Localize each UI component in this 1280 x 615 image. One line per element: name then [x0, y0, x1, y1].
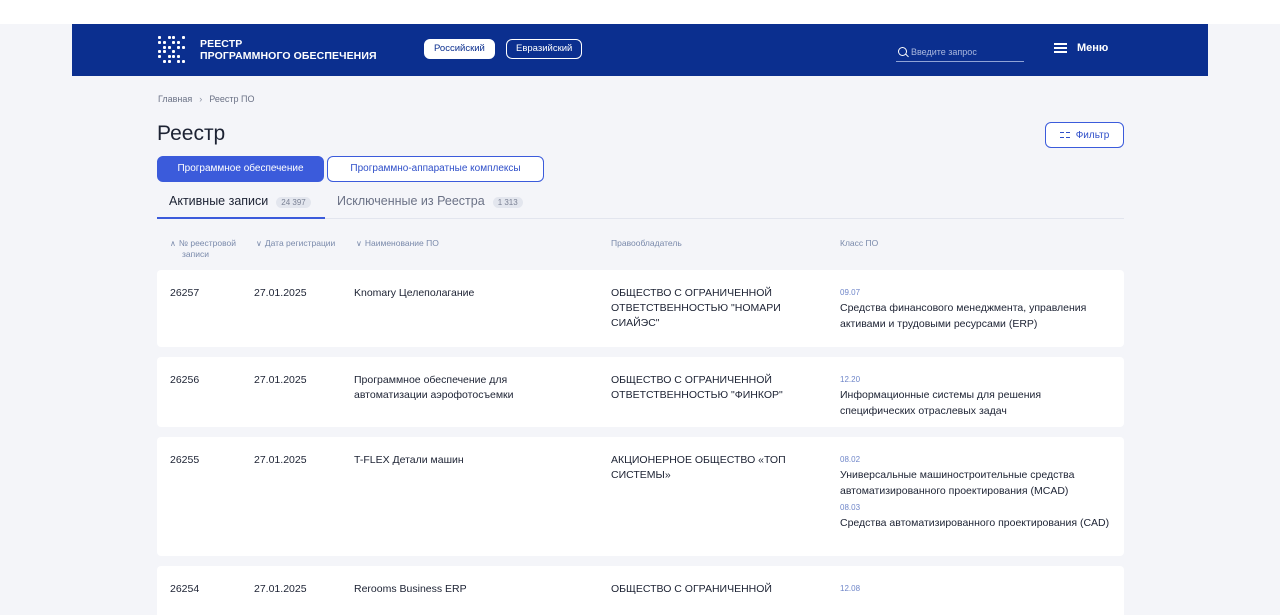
class-name: Средства финансового менеджмента, управл… [840, 302, 1087, 330]
table-row[interactable]: 26257 27.01.2025 Knomary Целеполагание О… [157, 270, 1124, 347]
site-title-line1: РЕЕСТР [200, 38, 243, 50]
segment-hardware-software[interactable]: Программно-аппаратные комплексы [327, 156, 544, 182]
class-code: 12.08 [840, 584, 861, 593]
column-id-line2: записи [182, 249, 209, 259]
row-class: 12.20 Информационные системы для решения… [840, 373, 1110, 421]
active-count-badge: 24 397 [276, 197, 311, 208]
column-header-class: Класс ПО [840, 238, 878, 248]
column-id-line1: № реестровой [178, 238, 237, 248]
table-row[interactable]: 26255 27.01.2025 T-FLEX Детали машин АКЦ… [157, 437, 1124, 556]
filter-icon [1059, 131, 1070, 139]
site-title-line2: ПРОГРАММНОГО ОБЕСПЕЧЕНИЯ [200, 50, 377, 62]
tab-active-label: Активные записи [169, 194, 269, 208]
row-name: T-FLEX Детали машин [354, 454, 464, 466]
page-title: Реестр [157, 122, 226, 145]
tab-excluded-label: Исключенные из Реестра [337, 194, 485, 208]
sort-down-icon: ∨ [356, 239, 362, 248]
hamburger-icon [1054, 43, 1067, 53]
filter-button[interactable]: Фильтр [1045, 122, 1124, 148]
search-icon[interactable] [898, 47, 907, 56]
search-box[interactable] [896, 42, 1024, 62]
chevron-right-icon: › [199, 94, 203, 104]
row-owner: АКЦИОНЕРНОЕ ОБЩЕСТВО «ТОП СИСТЕМЫ» [611, 454, 786, 481]
excluded-count-badge: 1 313 [492, 197, 523, 208]
class-name: Универсальные машиностроительные средств… [840, 469, 1075, 497]
breadcrumb-current: Реестр ПО [209, 94, 255, 104]
column-header-owner: Правообладатель [611, 238, 682, 248]
tab-active-records[interactable]: Активные записи 24 397 [157, 190, 325, 219]
row-id: 26256 [170, 374, 200, 386]
column-header-name[interactable]: ∨ Наименование ПО [356, 238, 439, 249]
class-code: 08.03 [840, 503, 861, 512]
row-owner: ОБЩЕСТВО С ОГРАНИЧЕННОЙ ОТВЕТСТВЕННОСТЬЮ… [611, 287, 781, 329]
search-input[interactable] [911, 46, 1021, 57]
menu-button[interactable]: Меню [1054, 42, 1108, 54]
menu-label: Меню [1077, 42, 1109, 54]
row-owner: ОБЩЕСТВО С ОГРАНИЧЕННОЙ ОТВЕТСТВЕННОСТЬЮ… [611, 374, 783, 401]
sort-up-icon: ∧ [170, 239, 176, 248]
site-title[interactable]: РЕЕСТР ПРОГРАММНОГО ОБЕСПЕЧЕНИЯ [200, 38, 377, 62]
registry-toggle-russian[interactable]: Российский [424, 39, 495, 59]
row-name: Knomary Целеполагание [354, 287, 475, 299]
row-class: 09.07 Средства финансового менеджмента, … [840, 286, 1110, 334]
row-class: 08.02 Универсальные машиностроительные с… [840, 453, 1110, 533]
tab-excluded-records[interactable]: Исключенные из Реестра 1 313 [337, 190, 523, 219]
breadcrumb-home[interactable]: Главная [158, 94, 192, 104]
breadcrumb: Главная › Реестр ПО [158, 94, 254, 104]
registry-toggle-eurasian[interactable]: Евразийский [506, 39, 583, 59]
row-name: Rerooms Business ERP [354, 583, 467, 595]
column-date-label: Дата регистрации [264, 238, 336, 248]
row-name: Программное обеспечение для автоматизаци… [354, 374, 514, 401]
segment-software[interactable]: Программное обеспечение [157, 156, 324, 182]
class-name: Средства автоматизированного проектирова… [840, 517, 1110, 529]
table-row[interactable]: 26256 27.01.2025 Программное обеспечение… [157, 357, 1124, 427]
row-id: 26257 [170, 287, 200, 299]
row-date: 27.01.2025 [254, 374, 307, 386]
site-header: РЕЕСТР ПРОГРАММНОГО ОБЕСПЕЧЕНИЯ Российск… [72, 24, 1208, 76]
registry-logo-icon[interactable] [158, 36, 186, 64]
row-date: 27.01.2025 [254, 454, 307, 466]
column-name-label: Наименование ПО [364, 238, 439, 248]
row-owner: ОБЩЕСТВО С ОГРАНИЧЕННОЙ [611, 583, 772, 595]
class-code: 08.02 [840, 455, 861, 464]
row-id: 26254 [170, 583, 200, 595]
class-code: 09.07 [840, 288, 861, 297]
column-header-id[interactable]: ∧ № реестровой записи [170, 238, 236, 259]
row-id: 26255 [170, 454, 200, 466]
column-header-date[interactable]: ∨ Дата регистрации [256, 238, 335, 249]
filter-label: Фильтр [1075, 129, 1110, 141]
column-class-label: Класс ПО [840, 238, 879, 248]
row-class: 12.08 [840, 582, 1110, 596]
class-name: Информационные системы для решения специ… [840, 389, 1042, 417]
subtabs: Активные записи 24 397 Исключенные из Ре… [157, 190, 1124, 219]
row-date: 27.01.2025 [254, 583, 307, 595]
row-date: 27.01.2025 [254, 287, 307, 299]
column-owner-label: Правообладатель [611, 238, 682, 248]
top-spacer [0, 0, 1280, 24]
sort-down-icon: ∨ [256, 239, 262, 248]
class-code: 12.20 [840, 375, 861, 384]
table-row[interactable]: 26254 27.01.2025 Rerooms Business ERP ОБ… [157, 566, 1124, 615]
